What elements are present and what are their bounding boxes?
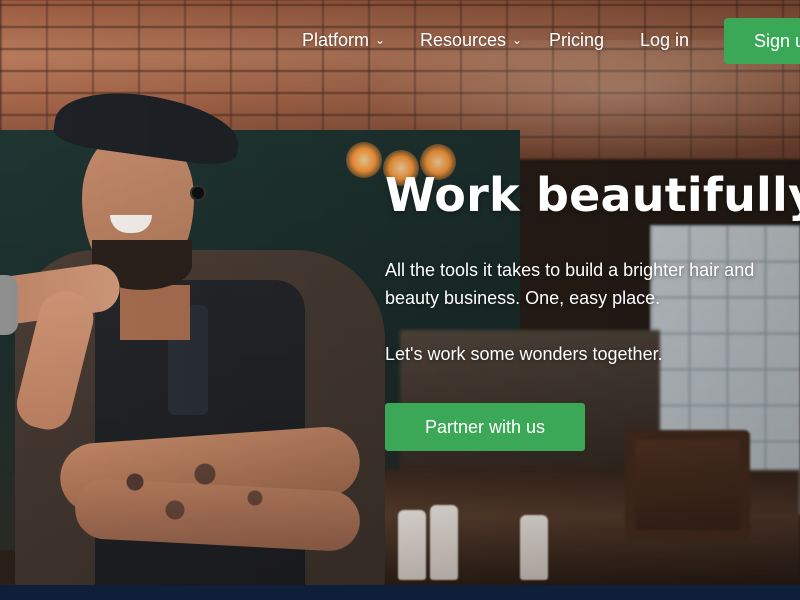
hero-tagline: Let's work some wonders together. bbox=[385, 344, 663, 364]
partner-with-us-button[interactable]: Partner with us bbox=[385, 403, 585, 451]
hero-content: Work beautifully All the tools it takes … bbox=[0, 0, 800, 600]
hero-title: Work beautifully bbox=[385, 168, 800, 222]
hero-description-line-1: All the tools it takes to build a bright… bbox=[385, 260, 755, 280]
hero-description-line-2: beauty business. One, easy place. bbox=[385, 288, 661, 308]
